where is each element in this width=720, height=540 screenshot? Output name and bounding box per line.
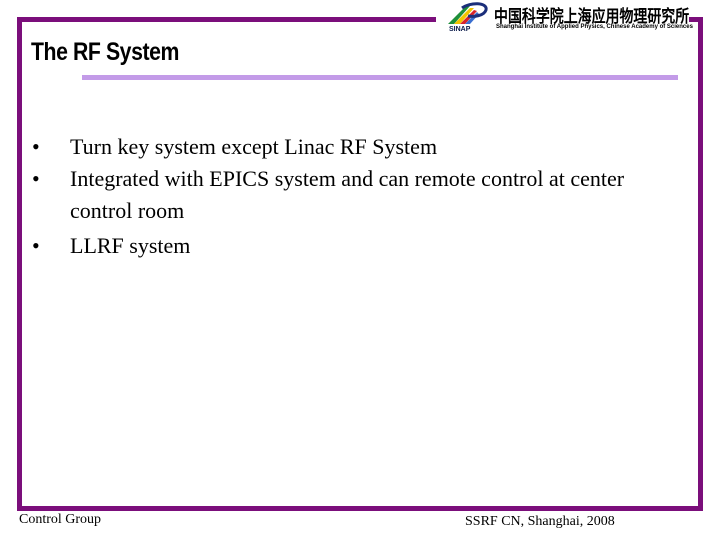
bullet-marker: • — [32, 233, 40, 258]
bullet-item: • Integrated with EPICS system and can r… — [32, 163, 630, 227]
bullet-text: Turn key system except Linac RF System — [70, 134, 438, 159]
bullet-marker: • — [32, 166, 40, 191]
frame-top-border-left — [17, 17, 436, 22]
sinap-logo-icon — [448, 2, 488, 24]
bullet-item: • Turn key system except Linac RF System — [32, 131, 630, 163]
bullet-text: Integrated with EPICS system and can rem… — [70, 166, 625, 223]
institute-logo: SINAP 中国科学院上海应用物理研究所 Shanghai Institute … — [444, 2, 693, 36]
bullet-text: LLRF system — [70, 233, 191, 258]
frame-left-border — [17, 17, 22, 511]
bullet-list: • Turn key system except Linac RF System… — [32, 131, 630, 262]
footer-event: SSRF CN, Shanghai, 2008 — [465, 514, 615, 529]
title-underline — [82, 75, 678, 80]
frame-right-border — [698, 17, 703, 511]
logo-english-name: Shanghai Institute of Applied Physics, C… — [496, 24, 693, 30]
frame-bottom-border — [17, 506, 703, 511]
slide-title: The RF System — [31, 38, 179, 66]
bullet-marker: • — [32, 134, 40, 159]
bullet-item: • LLRF system — [32, 230, 630, 262]
footer-group: Control Group — [19, 512, 102, 527]
logo-acronym: SINAP — [449, 26, 471, 33]
